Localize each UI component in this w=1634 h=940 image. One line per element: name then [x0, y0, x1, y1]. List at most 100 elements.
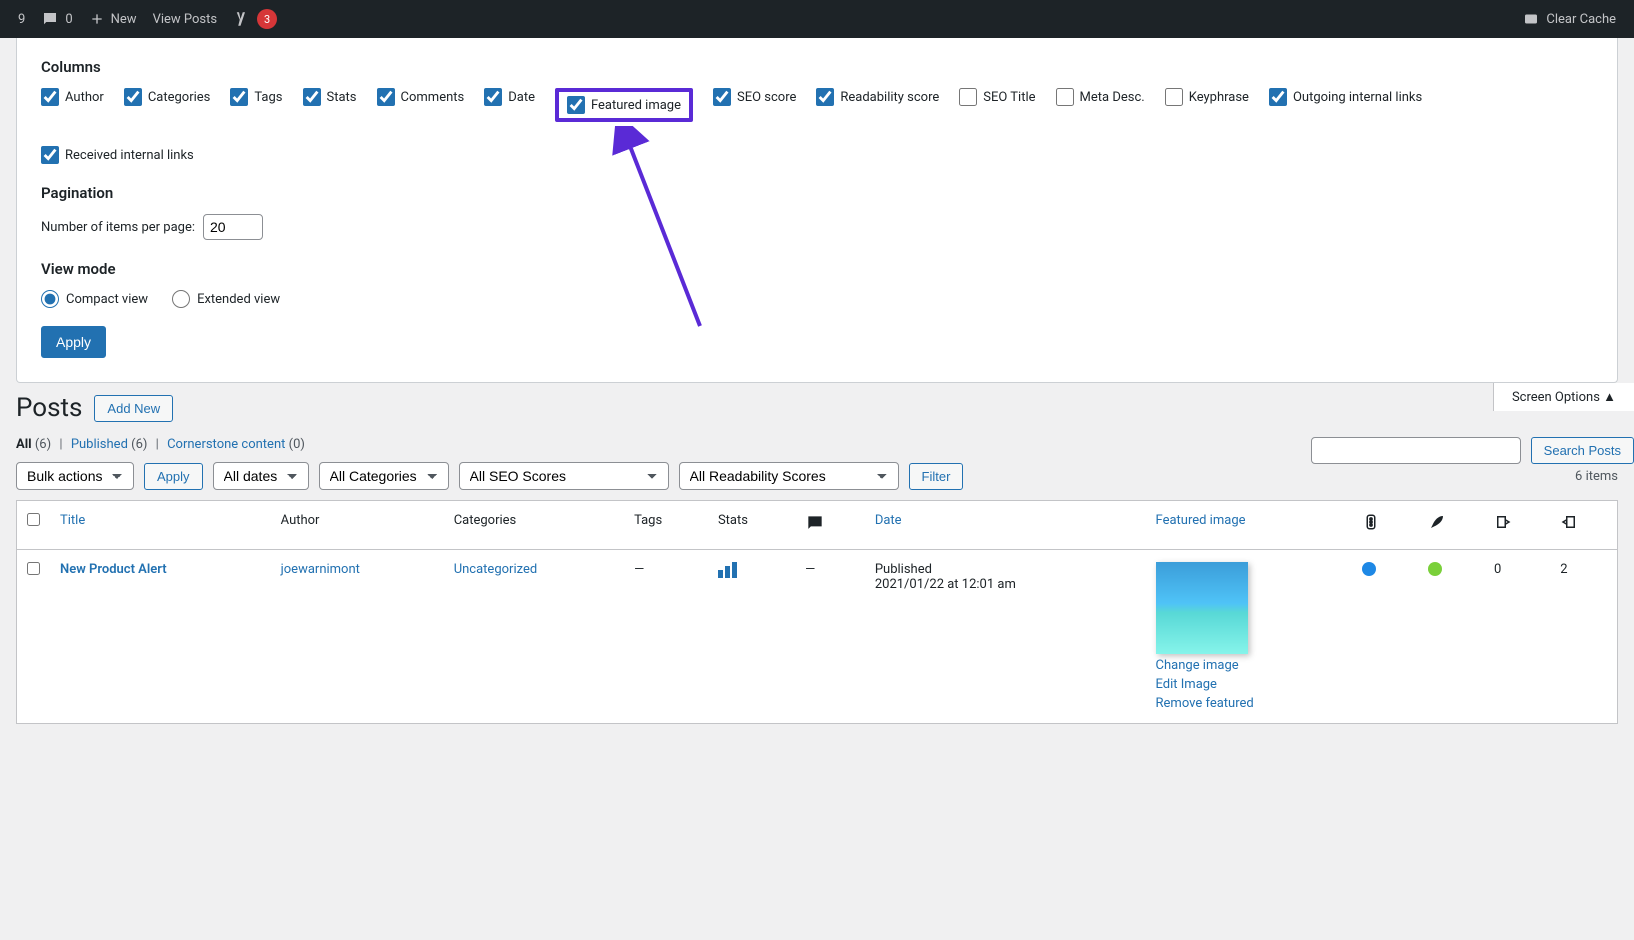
- outgoing-icon: [1494, 513, 1512, 531]
- col-readability: [1418, 501, 1484, 550]
- site-count[interactable]: 9: [10, 12, 33, 27]
- column-checkbox-author[interactable]: [41, 88, 59, 106]
- col-author: Author: [271, 501, 444, 550]
- new-content[interactable]: New: [81, 11, 145, 27]
- screen-options-toggle[interactable]: Screen Options ▲: [1493, 383, 1634, 411]
- column-toggle-keyphrase[interactable]: Keyphrase: [1165, 88, 1249, 106]
- yoast-notifications[interactable]: 3: [225, 9, 285, 29]
- column-checkbox-readability[interactable]: [816, 88, 834, 106]
- readability-dot-icon: [1428, 562, 1442, 576]
- per-page-input[interactable]: [203, 214, 263, 240]
- feather-icon: [1428, 513, 1446, 531]
- column-toggle-stats[interactable]: Stats: [303, 88, 357, 106]
- column-toggle-date[interactable]: Date: [484, 88, 535, 106]
- traffic-light-icon: [1362, 513, 1380, 531]
- col-comments: [795, 501, 865, 550]
- filter-published[interactable]: Published: [71, 437, 128, 452]
- filter-button[interactable]: Filter: [909, 463, 964, 490]
- apply-screen-options-button[interactable]: Apply: [41, 326, 106, 358]
- bulk-actions-select[interactable]: Bulk actions: [16, 462, 134, 490]
- col-date[interactable]: Date: [875, 513, 902, 528]
- filter-cornerstone[interactable]: Cornerstone content: [167, 437, 285, 452]
- column-checkbox-categories[interactable]: [124, 88, 142, 106]
- search-posts-button[interactable]: Search Posts: [1531, 437, 1634, 464]
- column-checkbox-outgoing[interactable]: [1269, 88, 1287, 106]
- column-toggle-metadesc[interactable]: Meta Desc.: [1056, 88, 1145, 106]
- bulk-apply-button[interactable]: Apply: [144, 463, 203, 490]
- pagination-heading: Pagination: [41, 184, 1593, 202]
- col-stats: Stats: [708, 501, 795, 550]
- viewmode-heading: View mode: [41, 260, 1593, 278]
- column-checkbox-stats[interactable]: [303, 88, 321, 106]
- categories-filter[interactable]: All Categories: [319, 462, 449, 490]
- filter-all[interactable]: All: [16, 437, 32, 452]
- extended-radio[interactable]: [172, 290, 190, 308]
- column-toggle-received[interactable]: Received internal links: [41, 146, 194, 164]
- col-title[interactable]: Title: [60, 513, 85, 528]
- remove-featured-link[interactable]: Remove featured: [1156, 696, 1342, 711]
- comments-bubble[interactable]: 0: [33, 10, 80, 28]
- screen-options-panel: Columns Author Categories Tags Stats Comment…: [16, 38, 1618, 383]
- date-cell: Published 2021/01/22 at 12:01 am: [865, 550, 1146, 724]
- cache-icon: [1522, 10, 1540, 28]
- yoast-icon: [233, 10, 251, 28]
- posts-table: Title Author Categories Tags Stats Date …: [16, 500, 1618, 724]
- column-checkbox-metadesc[interactable]: [1056, 88, 1074, 106]
- column-checkbox-featured[interactable]: [567, 96, 585, 114]
- column-toggle-comments[interactable]: Comments: [377, 88, 465, 106]
- incoming-count: 2: [1550, 550, 1617, 724]
- column-toggle-seotitle[interactable]: SEO Title: [959, 88, 1035, 106]
- col-outgoing-links: [1484, 501, 1550, 550]
- columns-checkboxes: Author Categories Tags Stats Comments Date Fea…: [41, 88, 1593, 164]
- compact-radio[interactable]: [41, 290, 59, 308]
- per-page-label: Number of items per page:: [41, 220, 195, 235]
- readability-filter[interactable]: All Readability Scores: [679, 462, 899, 490]
- posts-page: Screen Options ▲ Posts Add New Search Po…: [0, 383, 1634, 744]
- col-featured[interactable]: Featured image: [1156, 513, 1246, 528]
- column-checkbox-comments[interactable]: [377, 88, 395, 106]
- items-count: 6 items: [1575, 469, 1618, 484]
- table-row: New Product Alert joewarnimont Uncategor…: [17, 550, 1618, 724]
- category-link[interactable]: Uncategorized: [454, 562, 537, 577]
- plus-icon: [89, 11, 105, 27]
- readability-cell: [1418, 550, 1484, 724]
- col-incoming-links: [1550, 501, 1617, 550]
- column-checkbox-keyphrase[interactable]: [1165, 88, 1183, 106]
- column-toggle-author[interactable]: Author: [41, 88, 104, 106]
- column-toggle-outgoing[interactable]: Outgoing internal links: [1269, 88, 1422, 106]
- stats-bars-icon: [718, 562, 737, 578]
- column-toggle-tags[interactable]: Tags: [230, 88, 282, 106]
- seo-score-cell: [1352, 550, 1418, 724]
- featured-thumbnail[interactable]: [1156, 562, 1248, 654]
- column-toggle-featured[interactable]: Featured image: [567, 96, 681, 114]
- tags-cell: —: [624, 550, 708, 724]
- column-checkbox-tags[interactable]: [230, 88, 248, 106]
- edit-image-link[interactable]: Edit Image: [1156, 677, 1342, 692]
- view-posts-link[interactable]: View Posts: [145, 12, 226, 27]
- comment-icon: [41, 10, 59, 28]
- col-tags: Tags: [624, 501, 708, 550]
- seo-dot-icon: [1362, 562, 1376, 576]
- column-toggle-categories[interactable]: Categories: [124, 88, 211, 106]
- column-checkbox-seotitle[interactable]: [959, 88, 977, 106]
- select-all-checkbox[interactable]: [27, 513, 40, 526]
- author-link[interactable]: joewarnimont: [281, 562, 360, 577]
- stats-cell[interactable]: [708, 550, 795, 724]
- dates-filter[interactable]: All dates: [213, 462, 309, 490]
- post-title-link[interactable]: New Product Alert: [60, 562, 167, 577]
- extended-view-option[interactable]: Extended view: [172, 290, 280, 308]
- row-checkbox[interactable]: [27, 562, 40, 575]
- column-checkbox-received[interactable]: [41, 146, 59, 164]
- column-toggle-readability[interactable]: Readability score: [816, 88, 939, 106]
- compact-view-option[interactable]: Compact view: [41, 290, 148, 308]
- change-image-link[interactable]: Change image: [1156, 658, 1342, 673]
- column-checkbox-seoscore[interactable]: [713, 88, 731, 106]
- column-checkbox-date[interactable]: [484, 88, 502, 106]
- seo-scores-filter[interactable]: All SEO Scores: [459, 462, 669, 490]
- search-input[interactable]: [1311, 437, 1521, 464]
- comment-icon: [805, 513, 825, 533]
- clear-cache-button[interactable]: Clear Cache: [1514, 10, 1624, 28]
- columns-heading: Columns: [41, 58, 1593, 76]
- column-toggle-seoscore[interactable]: SEO score: [713, 88, 796, 106]
- add-new-button[interactable]: Add New: [94, 395, 173, 422]
